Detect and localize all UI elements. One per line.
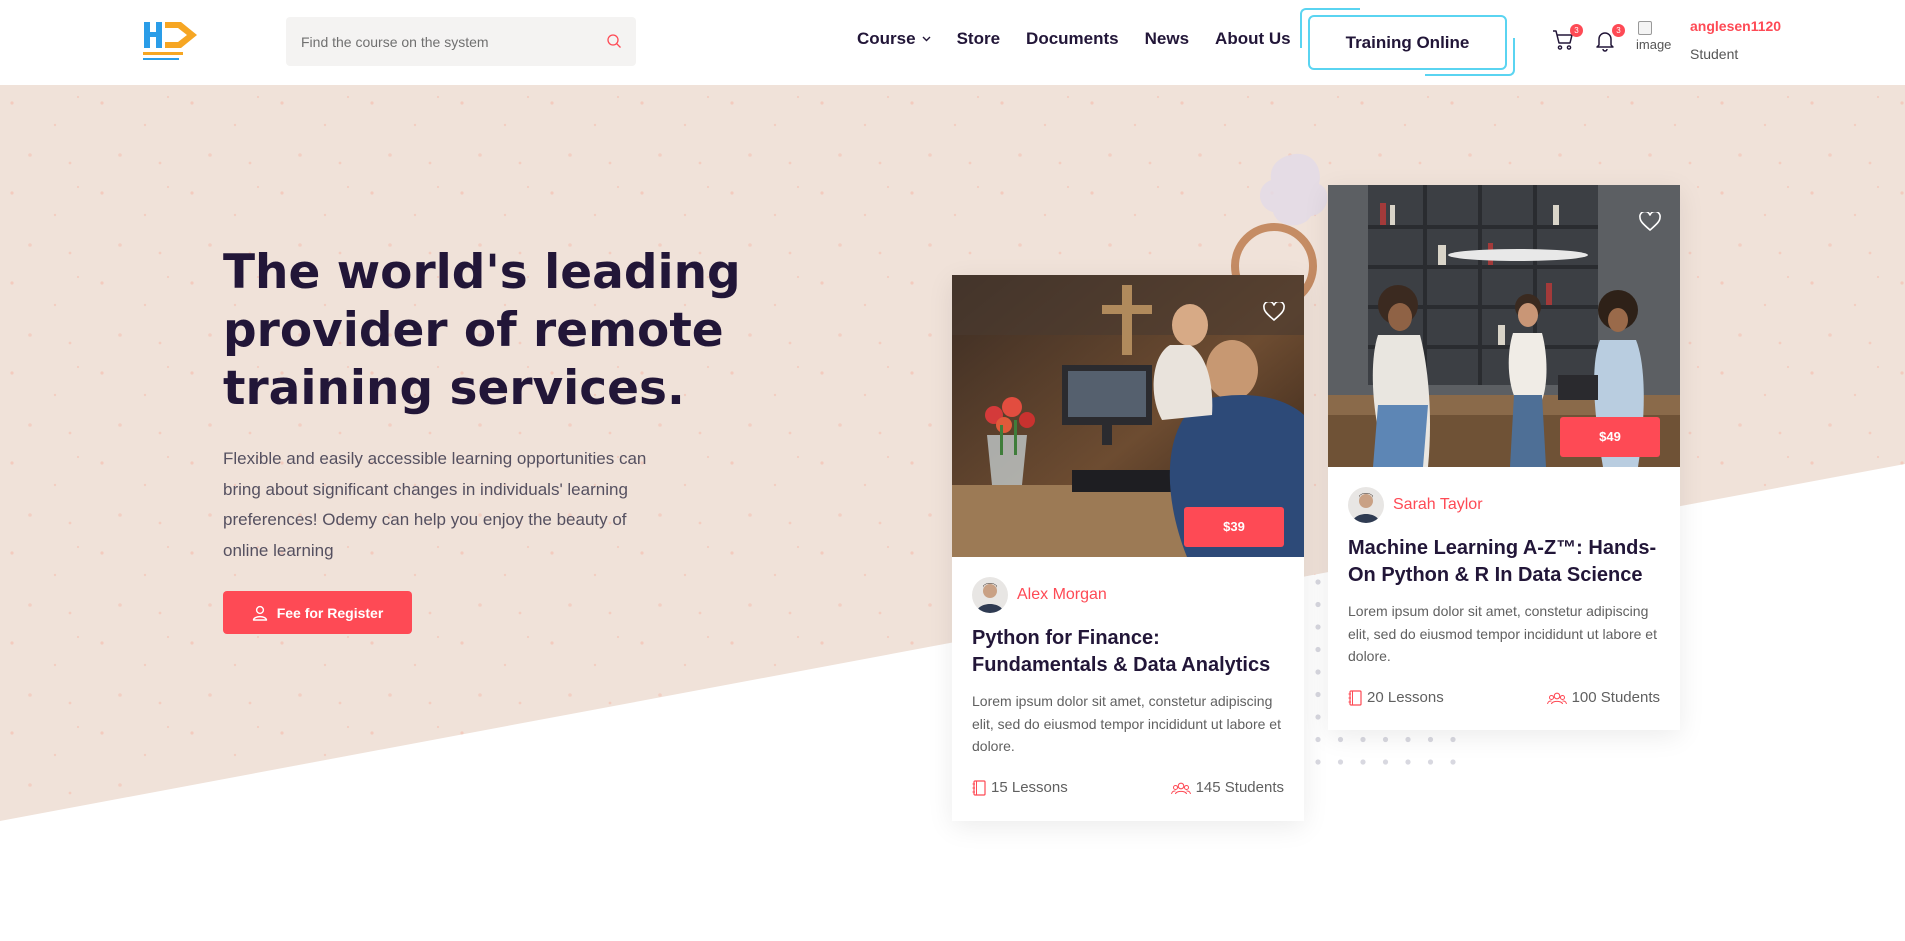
nav-item-label: Store [956,29,1001,48]
notification-count-badge: 3 [1612,24,1625,37]
user-avatar[interactable]: image [1636,19,1680,59]
nav-item-label: Course [857,29,916,48]
decorative-dot [1360,736,1366,743]
course-students: 145 Students [1170,779,1284,796]
decorative-dot [1315,691,1321,698]
author-avatar[interactable] [972,577,1008,613]
cart-button[interactable]: 3 [1551,24,1583,56]
heart-icon[interactable] [1639,212,1661,232]
site-logo[interactable] [141,18,199,66]
course-price[interactable]: $39 [1184,507,1284,547]
book-icon [1348,689,1362,706]
course-price[interactable]: $49 [1560,417,1660,457]
decorative-dot [1450,759,1456,765]
lessons-count: 15 Lessons [991,779,1068,796]
lessons-count: 20 Lessons [1367,689,1444,706]
students-count: 145 Students [1195,779,1284,796]
decorative-dot [1427,759,1434,765]
hero-title-line: The world's leading [223,245,741,300]
nav-item-course[interactable]: Course [857,29,931,49]
hero-description: Flexible and easily accessible learning … [223,449,647,560]
register-button[interactable]: Fee for Register [223,591,412,634]
hero-title-line: training services. [223,361,685,416]
chevron-down-icon [922,36,931,42]
register-button-label: Fee for Register [276,604,384,621]
course-lessons: 15 Lessons [972,779,1068,796]
training-online-wrapper: Training Online [1300,8,1515,78]
course-title[interactable]: Machine Learning A-Z™: Hands-On Python &… [1348,535,1668,589]
decorative-dot [1405,759,1411,765]
course-card[interactable]: $49 Sarah Taylor Machine Learning A-Z™: … [1328,185,1680,730]
main-nav: Course Store Documents News About Us [857,29,1317,49]
book-icon [972,779,986,796]
author-avatar[interactable] [1348,487,1384,523]
decorative-dot [1315,759,1321,765]
students-count: 100 Students [1571,689,1660,706]
search-icon [607,33,621,48]
decorative-dot [1405,736,1411,743]
author-photo [1348,487,1384,523]
decorative-dot [1315,579,1321,585]
search-bar [286,17,636,66]
nav-item-about-us[interactable]: About Us [1215,29,1291,49]
nav-item-news[interactable]: News [1145,29,1189,49]
decorative-dot [1382,736,1389,743]
author-name[interactable]: Alex Morgan [1017,586,1107,604]
decorative-dot [1450,736,1456,743]
heart-icon[interactable] [1263,302,1285,322]
decorative-dot [1315,714,1321,720]
decorative-dot [1315,601,1321,608]
avatar-alt-text: image [1636,37,1672,52]
course-lessons: 20 Lessons [1348,689,1444,706]
students-icon [1546,692,1567,704]
search-button[interactable] [604,32,624,52]
course-card[interactable]: $39 Alex Morgan Python for Finance: Fund… [952,275,1304,821]
decorative-dot [1382,759,1389,765]
decorative-dot [1315,646,1321,653]
decorative-dot [1315,669,1321,675]
course-description: Lorem ipsum dolor sit amet, constetur ad… [1348,603,1657,664]
broken-image-icon [1638,21,1652,35]
site-header: Course Store Documents News About Us Tra… [0,0,1905,85]
nav-item-store[interactable]: Store [957,29,1000,49]
hero-title-line: provider of remote [223,303,724,358]
decorative-dot [1360,759,1366,765]
decorative-dot [1315,736,1321,743]
user-role: Student [1690,46,1739,62]
nav-item-documents[interactable]: Documents [1026,29,1119,49]
students-icon [1170,782,1191,794]
notifications-button[interactable]: 3 [1593,24,1625,56]
hero-title: The world's leading provider of remote t… [223,244,743,418]
nav-item-label: News [1144,29,1190,48]
cart-count-badge: 3 [1570,24,1583,37]
decorative-dot [1337,736,1344,743]
training-online-button[interactable]: Training Online [1308,15,1507,70]
course-students: 100 Students [1546,689,1660,706]
author-photo [972,577,1008,613]
decorative-dot [1427,736,1434,743]
user-icon [252,605,267,621]
course-description: Lorem ipsum dolor sit amet, constetur ad… [972,693,1281,754]
decorative-dot [1315,624,1321,630]
nav-item-label: Documents [1026,29,1119,48]
course-title[interactable]: Python for Finance: Fundamentals & Data … [972,625,1292,679]
nav-item-label: About Us [1215,29,1291,48]
author-name[interactable]: Sarah Taylor [1393,496,1483,514]
decorative-blob [1259,153,1328,226]
decorative-dot [1337,759,1344,765]
username[interactable]: anglesen1120 [1690,18,1781,34]
search-input[interactable] [286,17,596,66]
